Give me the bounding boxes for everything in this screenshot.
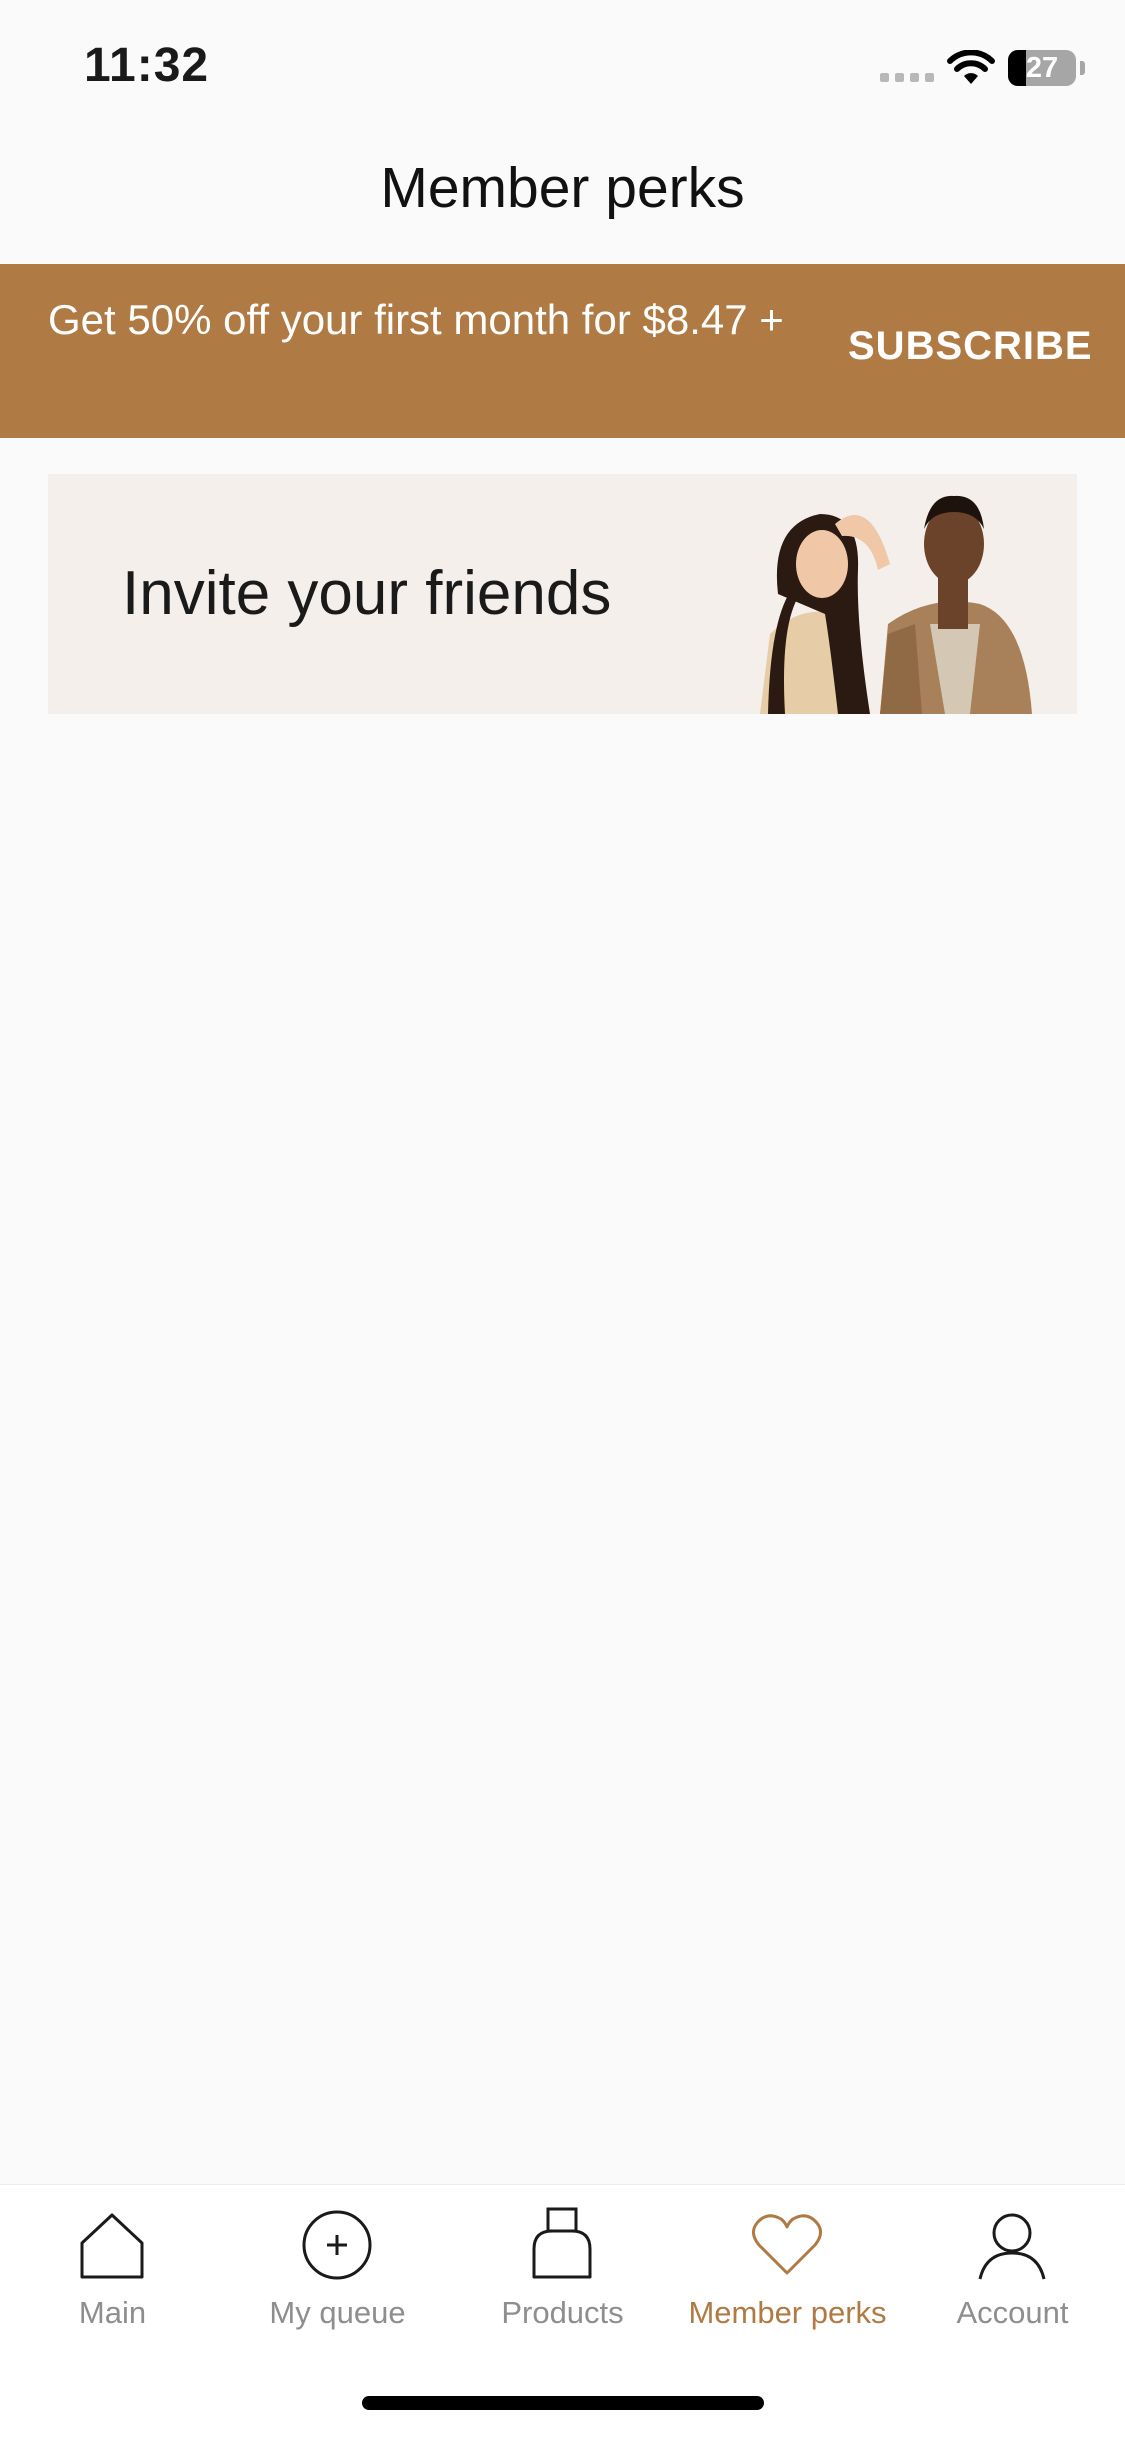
invite-friends-photo xyxy=(760,495,1032,714)
tab-products-label: Products xyxy=(501,2295,624,2330)
tab-account[interactable]: Account xyxy=(900,2205,1125,2345)
tab-member-perks[interactable]: Member perks xyxy=(675,2205,900,2345)
cellular-signal-icon xyxy=(880,73,934,82)
tab-account-label: Account xyxy=(956,2295,1069,2330)
tab-products[interactable]: Products xyxy=(450,2205,675,2345)
tab-my-queue-label: My queue xyxy=(269,2295,406,2330)
subscribe-button[interactable]: SUBSCRIBE xyxy=(848,324,1093,369)
home-icon xyxy=(80,2213,144,2279)
tab-my-queue[interactable]: My queue xyxy=(225,2205,450,2345)
promo-banner[interactable]: Get 50% off your first month for $8.47 +… xyxy=(0,264,1125,438)
status-bar: 11:32 27 xyxy=(0,0,1125,130)
tab-member-perks-label: Member perks xyxy=(688,2295,887,2330)
status-time: 11:32 xyxy=(84,39,210,92)
tab-main[interactable]: Main xyxy=(0,2205,225,2345)
home-indicator[interactable] xyxy=(362,2396,764,2410)
invite-card-title: Invite your friends xyxy=(122,559,612,628)
heart-icon xyxy=(752,2214,822,2275)
page-title: Member perks xyxy=(380,156,745,220)
battery-icon: 27 xyxy=(1008,50,1076,86)
tab-main-label: Main xyxy=(78,2295,147,2330)
plus-circle-icon xyxy=(302,2210,372,2280)
battery-level: 27 xyxy=(1025,52,1059,84)
bottle-icon xyxy=(532,2207,592,2279)
invite-friends-card[interactable]: Invite your friends xyxy=(48,474,1077,714)
person-icon xyxy=(978,2213,1046,2280)
promo-text: Get 50% off your first month for $8.47 + xyxy=(48,296,784,343)
wifi-icon xyxy=(947,50,995,84)
